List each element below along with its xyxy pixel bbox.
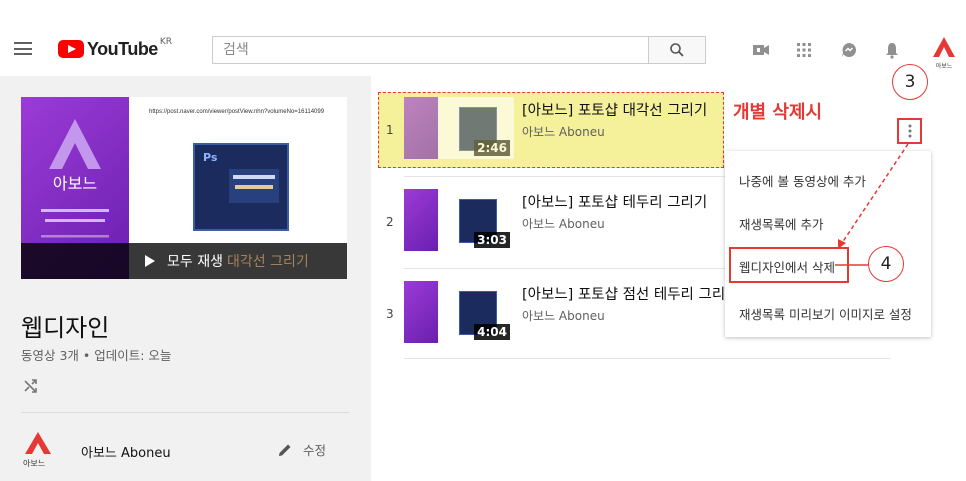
dashed-arrow-line [841,143,909,244]
arrow-head-icon [838,239,846,249]
annotation-arrows [835,143,909,266]
